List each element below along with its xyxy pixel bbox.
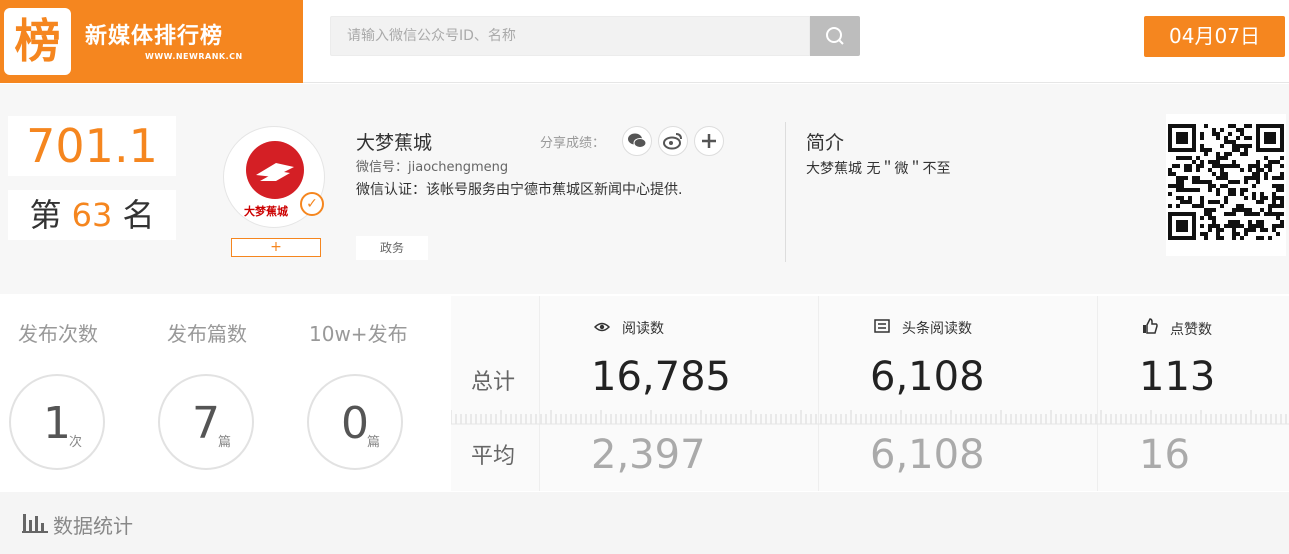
likes-label: 点赞数 bbox=[1170, 322, 1212, 338]
metrics-panel: 总计 平均 阅读数 16,785 2,397 头条阅读数 6,108 6,108… bbox=[451, 296, 1289, 491]
headline-reads-total: 6,108 bbox=[870, 354, 985, 400]
verified-icon: ✓ bbox=[300, 192, 324, 216]
headline-reads-header: 头条阅读数 bbox=[874, 318, 972, 338]
wechat-icon[interactable] bbox=[622, 126, 652, 156]
intro-title: 简介 bbox=[806, 132, 845, 154]
rank-suffix: 名 bbox=[122, 196, 155, 234]
reads-average: 2,397 bbox=[591, 432, 706, 478]
divider bbox=[785, 122, 786, 262]
rank-number: 63 bbox=[71, 196, 113, 234]
ruler-divider bbox=[451, 410, 1289, 425]
publish-articles-value: 7 bbox=[192, 398, 220, 449]
publish-10w-value: 0 bbox=[341, 398, 369, 449]
thumbs-up-icon bbox=[1142, 318, 1158, 338]
headline-reads-average: 6,108 bbox=[870, 432, 985, 478]
publish-count-label: 发布次数 bbox=[18, 322, 98, 346]
likes-total: 113 bbox=[1139, 354, 1216, 400]
account-profile: 701.1 第 63 名 大梦蕉城 ✓ + 大梦蕉城 分享成绩： 微信号：jia… bbox=[0, 84, 1289, 294]
avatar-emblem bbox=[246, 141, 304, 199]
publish-articles-unit: 篇 bbox=[218, 435, 232, 450]
top-header: 榜 新媒体排行榜 WWW.NEWRANK.CN 请输入微信公众号ID、名称 04… bbox=[0, 0, 1289, 83]
category-tag[interactable]: 政务 bbox=[356, 236, 428, 260]
share-label: 分享成绩： bbox=[540, 136, 606, 151]
weibo-icon[interactable] bbox=[658, 126, 688, 156]
search-icon bbox=[826, 27, 844, 45]
publish-10w-label: 10w+发布 bbox=[309, 322, 408, 346]
certification-text: 微信认证：该帐号服务由宁德市蕉城区新闻中心提供. bbox=[356, 182, 683, 198]
likes-header: 点赞数 bbox=[1142, 318, 1212, 339]
publish-count-unit: 次 bbox=[69, 435, 83, 450]
publish-articles-label: 发布篇数 bbox=[167, 322, 247, 346]
search-input[interactable]: 请输入微信公众号ID、名称 bbox=[330, 16, 810, 56]
data-statistics-bar: 数据统计 bbox=[0, 492, 1289, 554]
brand-title: 新媒体排行榜 bbox=[85, 24, 224, 49]
intro-text: 大梦蕉城 无＂微＂不至 bbox=[806, 161, 951, 177]
date-badge[interactable]: 04月07日 bbox=[1144, 16, 1285, 57]
avatar-logo-text: 大梦蕉城 bbox=[244, 205, 288, 218]
bar-chart-icon bbox=[22, 514, 48, 533]
rank-display: 第 63 名 bbox=[8, 190, 176, 240]
rank-prefix: 第 bbox=[29, 196, 62, 234]
eye-icon bbox=[593, 321, 611, 337]
brand-url: WWW.NEWRANK.CN bbox=[145, 52, 243, 61]
data-statistics-title: 数据统计 bbox=[53, 514, 133, 538]
headline-icon bbox=[874, 319, 890, 337]
wechat-id: 微信号：jiaochengmeng bbox=[356, 160, 509, 175]
follow-button[interactable]: + bbox=[231, 238, 321, 257]
column-divider bbox=[818, 296, 819, 491]
reads-label: 阅读数 bbox=[622, 321, 664, 337]
plus-icon[interactable] bbox=[694, 126, 724, 156]
publish-10w-circle: 0 篇 bbox=[307, 374, 403, 470]
search-button[interactable] bbox=[810, 16, 860, 56]
index-score: 701.1 bbox=[8, 116, 176, 176]
total-row-label: 总计 bbox=[471, 370, 516, 395]
qr-code bbox=[1166, 114, 1286, 256]
publish-10w-unit: 篇 bbox=[367, 435, 381, 450]
logo-icon: 榜 bbox=[4, 8, 71, 75]
stats-section: 发布次数 发布篇数 10w+发布 1 次 7 篇 0 篇 总计 平均 阅读数 1… bbox=[0, 296, 1289, 491]
average-row-label: 平均 bbox=[471, 444, 516, 469]
column-divider bbox=[1097, 296, 1098, 491]
publish-count-value: 1 bbox=[43, 398, 71, 449]
likes-average: 16 bbox=[1139, 432, 1190, 478]
account-name: 大梦蕉城 bbox=[356, 132, 433, 154]
publish-articles-circle: 7 篇 bbox=[158, 374, 254, 470]
reads-total: 16,785 bbox=[591, 354, 731, 400]
column-divider bbox=[539, 296, 540, 491]
headline-reads-label: 头条阅读数 bbox=[902, 321, 972, 337]
publish-count-circle: 1 次 bbox=[9, 374, 105, 470]
reads-header: 阅读数 bbox=[593, 318, 664, 338]
brand-logo-area[interactable]: 榜 新媒体排行榜 WWW.NEWRANK.CN bbox=[0, 0, 303, 83]
